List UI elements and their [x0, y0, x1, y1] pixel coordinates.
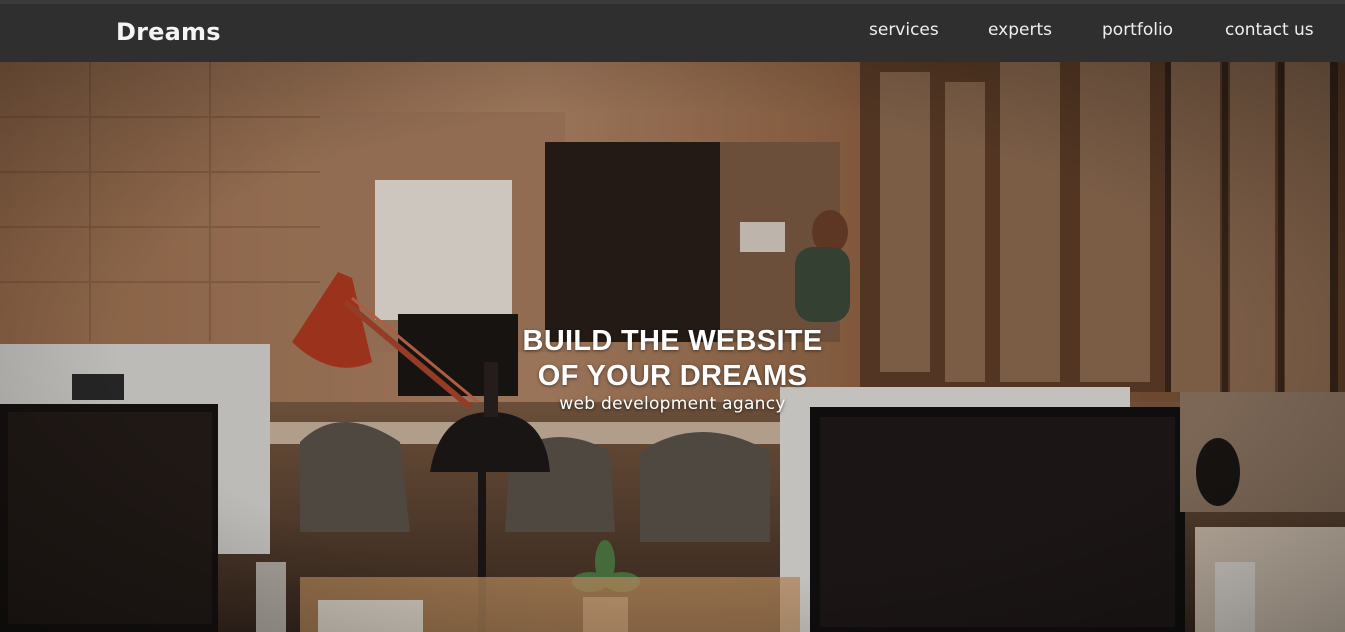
hero-title-line-1: BUILD THE WEBSITE [522, 325, 823, 357]
nav-link-experts[interactable]: experts [988, 20, 1052, 40]
hero-section: BUILD THE WEBSITE OF YOUR DREAMS web dev… [0, 62, 1345, 632]
nav-link-contact-us[interactable]: contact us [1225, 20, 1314, 40]
navbar: Dreams services experts portfolio contac… [0, 4, 1345, 62]
hero-title-line-2: OF YOUR DREAMS [537, 360, 808, 392]
hero-text-block: BUILD THE WEBSITE OF YOUR DREAMS web dev… [0, 324, 1345, 414]
nav-link-services[interactable]: services [869, 20, 939, 40]
nav-link-portfolio[interactable]: portfolio [1102, 20, 1173, 40]
hero-subtitle: web development agancy [559, 394, 786, 414]
brand-logo[interactable]: Dreams [116, 18, 221, 46]
